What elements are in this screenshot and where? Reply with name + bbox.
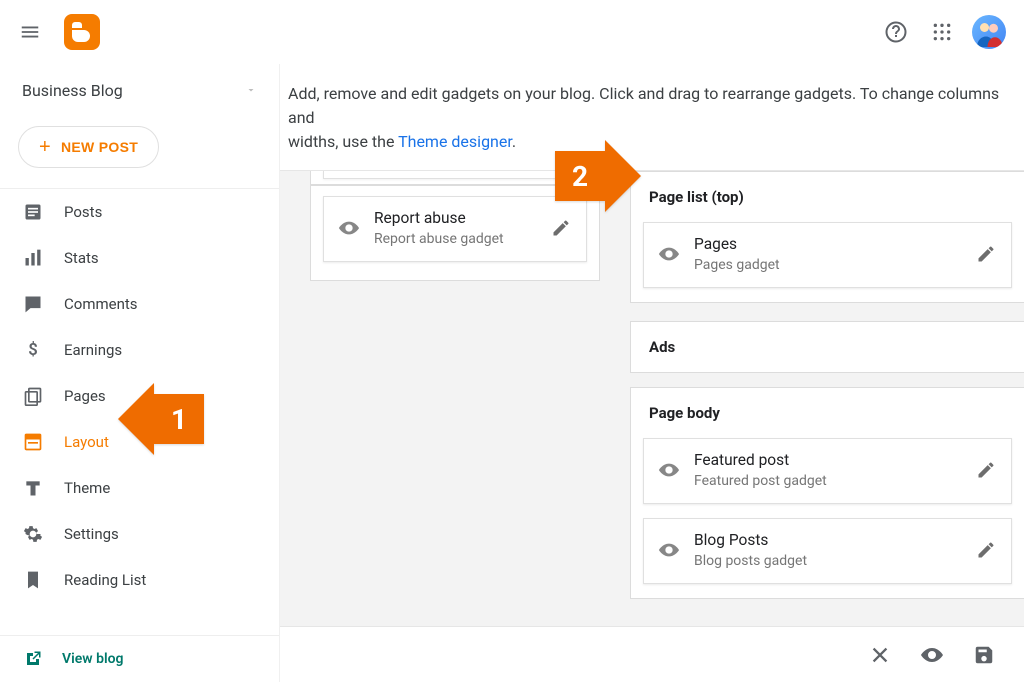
sidebar: Business Blog + NEW POST Posts Stats Com… (0, 64, 280, 682)
intro-line-2a: widths, use the (288, 132, 398, 151)
help-icon[interactable] (876, 12, 916, 52)
gadget-subtitle: Report abuse gadget (374, 231, 536, 247)
sidebar-item-comments[interactable]: Comments (0, 281, 279, 327)
visibility-icon (658, 243, 680, 265)
intro-line-1: Add, remove and edit gadgets on your blo… (288, 84, 999, 127)
section-page-body: Page body Featured post Featured post ga… (630, 387, 1024, 599)
section-header: Page list (top) (631, 172, 1024, 212)
sidebar-item-label: Settings (64, 525, 119, 543)
plus-icon: + (39, 137, 51, 157)
settings-icon (22, 523, 44, 545)
pencil-icon[interactable] (975, 460, 997, 480)
gadget-subtitle: Featured post gadget (694, 473, 961, 489)
new-post-label: NEW POST (61, 139, 138, 155)
sidebar-item-label: Reading List (64, 571, 146, 589)
intro-line-2b: . (512, 132, 516, 151)
svg-text:$: $ (28, 341, 38, 360)
account-avatar[interactable] (972, 15, 1006, 49)
theme-icon (22, 477, 44, 499)
sidebar-item-label: Earnings (64, 341, 122, 359)
sidebar-item-layout[interactable]: Layout (0, 419, 279, 465)
new-post-button[interactable]: + NEW POST (18, 126, 159, 168)
blog-selector[interactable]: Business Blog (0, 64, 279, 116)
main-content: Add, remove and edit gadgets on your blo… (280, 64, 1024, 682)
visibility-icon (658, 539, 680, 561)
intro-text: Add, remove and edit gadgets on your blo… (280, 64, 1024, 170)
gadget-subtitle: Pages gadget (694, 257, 961, 273)
layout-icon (22, 431, 44, 453)
sidebar-item-label: Theme (64, 479, 110, 497)
posts-icon (22, 201, 44, 223)
gadget-partial-top (310, 171, 600, 185)
bottom-action-bar (280, 626, 1024, 682)
pencil-icon[interactable] (975, 540, 997, 560)
gadget-featured-post[interactable]: Featured post Featured post gadget (643, 438, 1012, 504)
sidebar-item-posts[interactable]: Posts (0, 189, 279, 235)
sidebar-item-earnings[interactable]: $ Earnings (0, 327, 279, 373)
sidebar-item-theme[interactable]: Theme (0, 465, 279, 511)
blog-name: Business Blog (22, 81, 123, 100)
menu-icon[interactable] (18, 20, 42, 44)
gadget-title: Report abuse (374, 209, 536, 227)
sidebar-item-settings[interactable]: Settings (0, 511, 279, 557)
sidebar-item-stats[interactable]: Stats (0, 235, 279, 281)
apps-grid-icon[interactable] (922, 12, 962, 52)
earnings-icon: $ (22, 339, 44, 361)
gadget-section-left: Report abuse Report abuse gadget (310, 185, 600, 281)
gadget-blog-posts[interactable]: Blog Posts Blog posts gadget (643, 518, 1012, 584)
gadget-subtitle: Blog posts gadget (694, 553, 961, 569)
section-page-list-top: Page list (top) Pages Pages gadget (630, 171, 1024, 303)
pages-icon (22, 385, 44, 407)
layout-right-column: Page list (top) Pages Pages gadget Ads (630, 171, 1024, 682)
gadget-pages[interactable]: Pages Pages gadget (643, 222, 1012, 288)
sidebar-item-pages[interactable]: Pages (0, 373, 279, 419)
sidebar-item-label: Pages (64, 387, 106, 405)
layout-left-column: Report abuse Report abuse gadget (280, 171, 600, 682)
gadget-report-abuse[interactable]: Report abuse Report abuse gadget (323, 196, 587, 262)
sidebar-item-label: Layout (64, 433, 109, 451)
save-icon[interactable] (972, 643, 996, 667)
open-external-icon (22, 650, 44, 668)
preview-icon[interactable] (920, 643, 944, 667)
sidebar-item-label: Comments (64, 295, 138, 313)
sidebar-item-reading-list[interactable]: Reading List (0, 557, 279, 603)
blogger-logo[interactable] (64, 14, 100, 50)
theme-designer-link[interactable]: Theme designer (398, 132, 512, 151)
gadget-title: Blog Posts (694, 531, 961, 549)
reading-list-icon (22, 569, 44, 591)
sidebar-item-label: Stats (64, 249, 99, 267)
pencil-icon[interactable] (975, 244, 997, 264)
gadget-title: Featured post (694, 451, 961, 469)
comments-icon (22, 293, 44, 315)
layout-canvas: Report abuse Report abuse gadget Page li… (280, 170, 1024, 682)
section-ads: Ads (630, 321, 1024, 373)
pencil-icon[interactable] (550, 218, 572, 238)
sidebar-item-label: Posts (64, 203, 102, 221)
stats-icon (22, 247, 44, 269)
chevron-down-icon (245, 84, 257, 96)
top-bar (0, 0, 1024, 64)
close-icon[interactable] (868, 643, 892, 667)
gadget-title: Pages (694, 235, 961, 253)
visibility-icon (338, 217, 360, 239)
view-blog-link[interactable]: View blog (0, 635, 279, 682)
view-blog-label: View blog (62, 651, 123, 667)
section-header: Page body (631, 388, 1024, 428)
section-header: Ads (649, 338, 675, 356)
nav: Posts Stats Comments $ Earnings Pages La… (0, 188, 279, 635)
visibility-icon (658, 459, 680, 481)
